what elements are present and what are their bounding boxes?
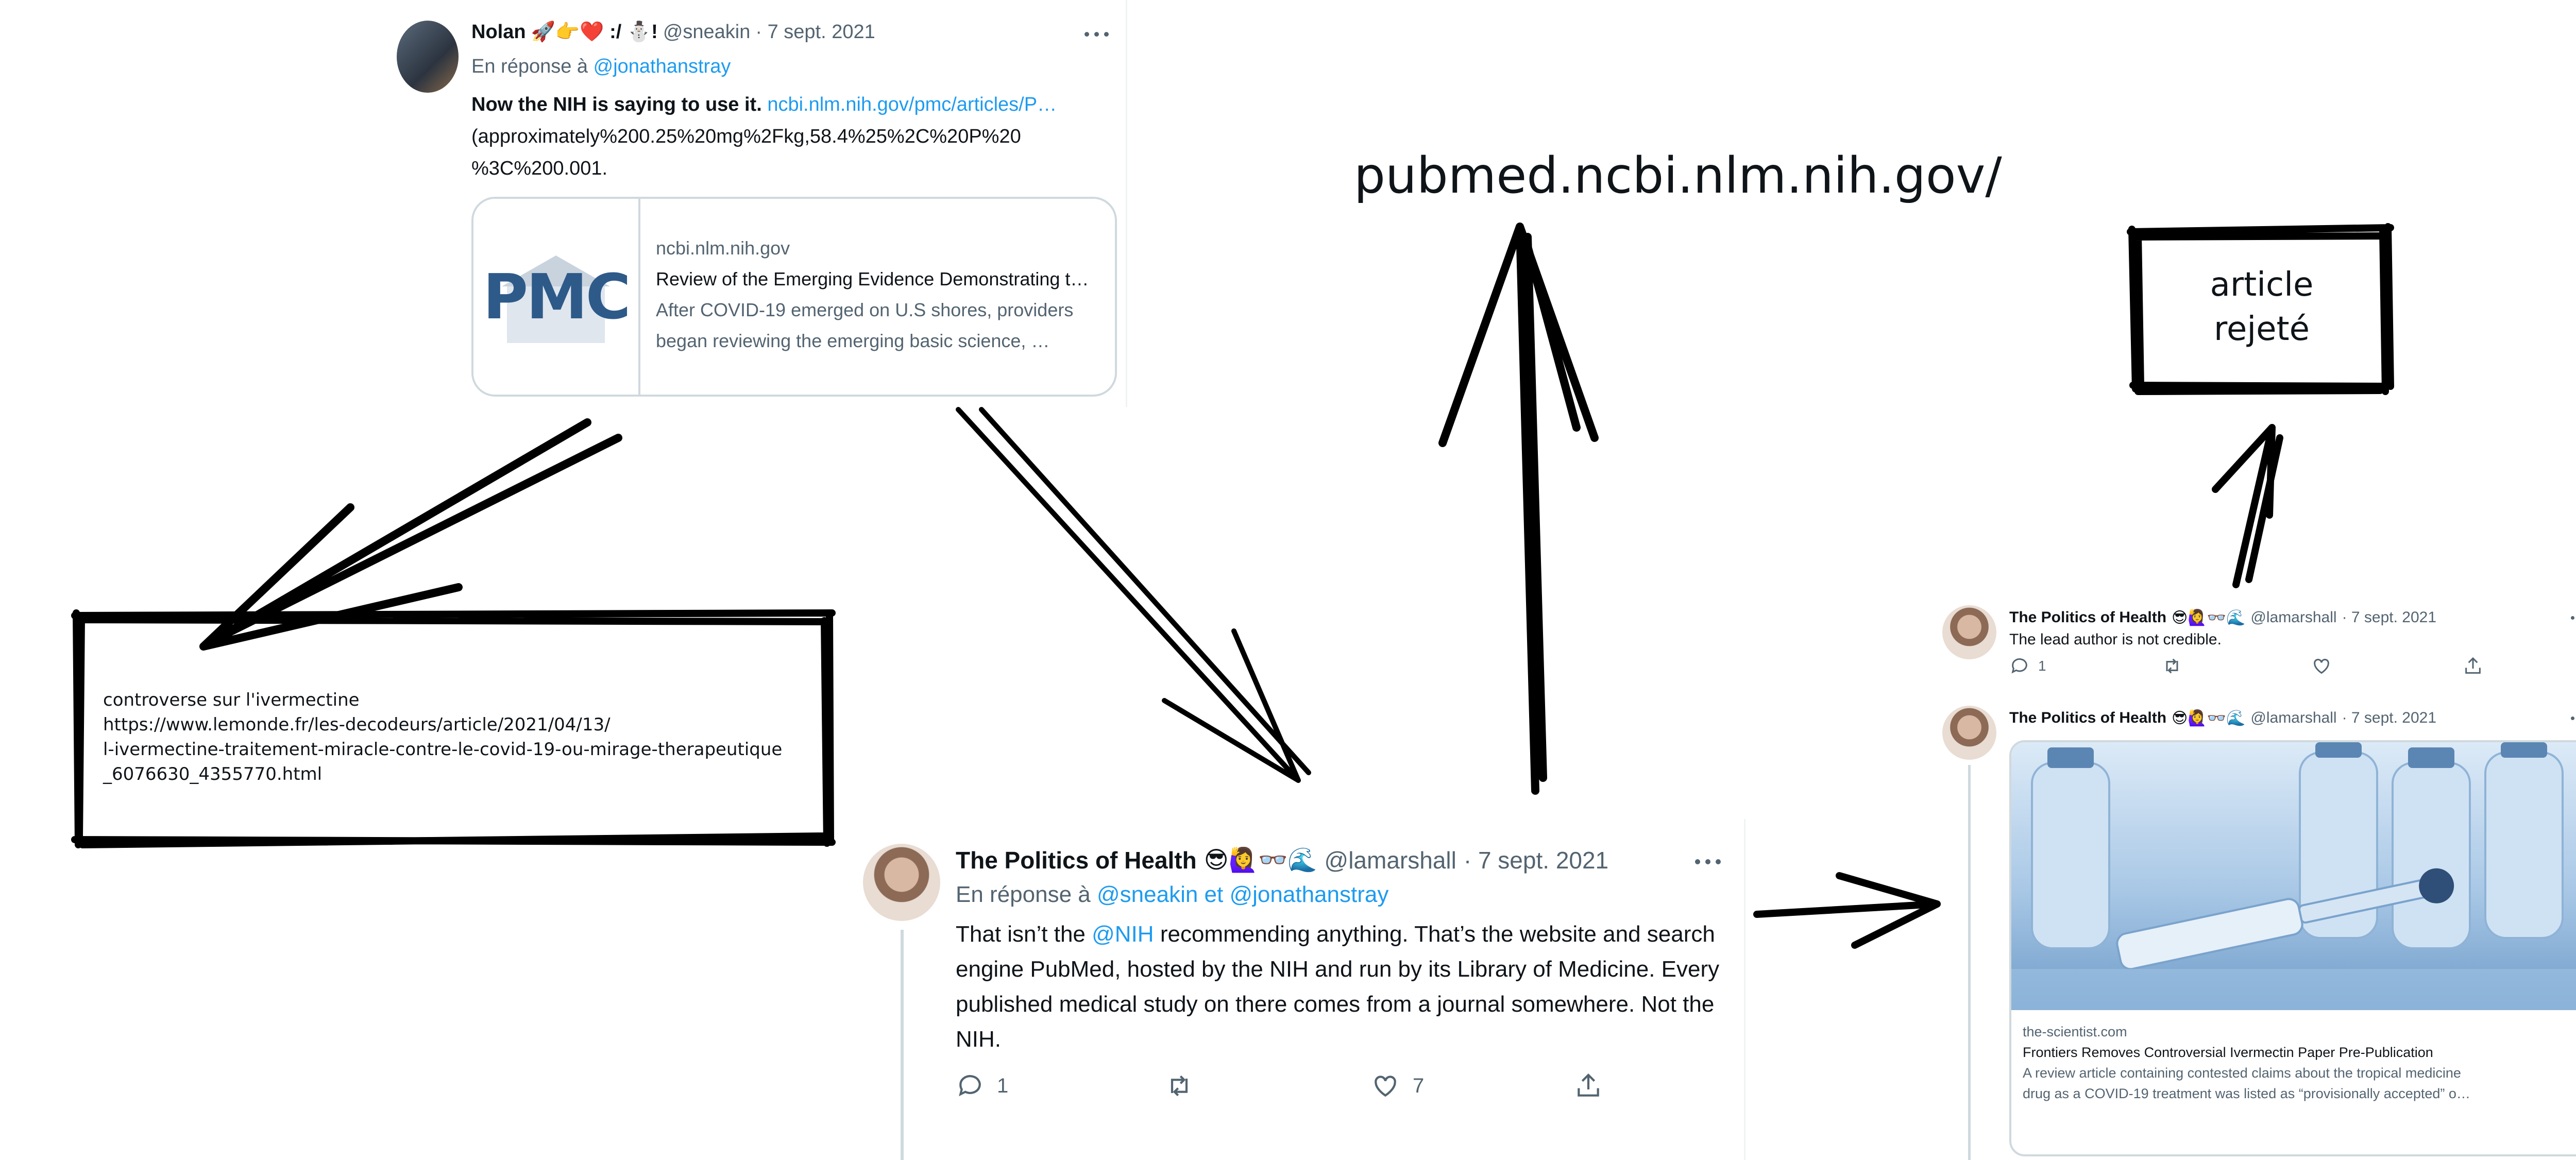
tweet-politics-of-health-article[interactable]: The Politics of Health 😎🙋‍♀️👓🌊 @lamarsha…	[1942, 693, 2576, 1160]
reply-button[interactable]: 1	[2009, 656, 2046, 676]
reply-mention-2[interactable]: @jonathanstray	[1229, 882, 1388, 907]
like-button[interactable]: 7	[1370, 1071, 1424, 1100]
rejected-line-2: rejeté	[2214, 310, 2310, 348]
tweet-text-line2: (approximately%200.25%20mg%2Fkg,58.4%25%…	[471, 126, 1021, 147]
tweet-link[interactable]: ncbi.nlm.nih.gov/pmc/articles/P…	[767, 94, 1057, 115]
pmc-logo: PMC	[473, 199, 640, 395]
tweet-text: The lead author is not credible.	[2009, 631, 2222, 648]
author-name[interactable]: The Politics of Health	[2009, 609, 2166, 627]
author-handle[interactable]: @sneakin	[663, 21, 751, 43]
like-count: 7	[1413, 1074, 1425, 1097]
thread-line	[1968, 765, 1971, 1160]
tweet-text-line3: %3C%200.001.	[471, 158, 608, 179]
author-handle[interactable]: @lamarshall	[2250, 609, 2336, 627]
note-url-1: https://www.lemonde.fr/les-decodeurs/art…	[103, 714, 611, 735]
arrow-to-rejected-box	[2212, 424, 2283, 588]
card-domain: ncbi.nlm.nih.gov	[656, 237, 790, 259]
card-description-2: drug as a COVID-19 treatment was listed …	[2023, 1086, 2470, 1101]
nih-mention[interactable]: @NIH	[1092, 922, 1154, 947]
tweet-nolan[interactable]: Nolan 🚀👉❤️ :/ ⛄! @sneakin · 7 sept. 2021…	[392, 0, 1133, 407]
reply-mention-1[interactable]: @sneakin	[1097, 882, 1198, 907]
link-card[interactable]: PMC ncbi.nlm.nih.gov Review of the Emerg…	[471, 197, 1117, 397]
annotation-note-box: controverse sur l'ivermectine https://ww…	[71, 609, 836, 848]
tweet-text-2: engine PubMed, hosted by the NIH and run…	[956, 957, 1720, 982]
share-button[interactable]	[2463, 656, 2483, 676]
more-icon[interactable]	[2571, 616, 2576, 620]
reply-prefix: En réponse à	[956, 882, 1091, 907]
card-description-2: began reviewing the emerging basic scien…	[656, 330, 1050, 351]
retweet-icon	[1171, 1075, 1188, 1097]
card-description: After COVID-19 emerged on U.S shores, pr…	[656, 299, 1074, 320]
card-description: A review article containing contested cl…	[2023, 1065, 2461, 1081]
reply-button[interactable]: 1	[956, 1071, 1008, 1100]
card-title: Review of the Emerging Evidence Demonstr…	[656, 268, 1089, 289]
tweet-date[interactable]: · 7 sept. 2021	[2342, 609, 2436, 627]
author-handle[interactable]: @lamarshall	[2250, 709, 2336, 727]
card-image	[2011, 742, 2576, 1010]
avatar[interactable]	[1942, 706, 1996, 760]
more-icon[interactable]	[1084, 32, 1109, 37]
like-button[interactable]	[2311, 656, 2332, 676]
author-name[interactable]: The Politics of Health	[2009, 709, 2166, 727]
retweet-button[interactable]	[2161, 656, 2183, 676]
reply-count: 1	[997, 1074, 1009, 1097]
rejected-box: article rejeté	[2127, 221, 2396, 397]
author-handle[interactable]: @lamarshall	[1325, 846, 1456, 874]
author-emoji: 😎🙋‍♀️👓🌊	[2172, 710, 2246, 727]
reply-mention[interactable]: @jonathanstray	[594, 56, 731, 77]
share-icon	[1578, 1073, 1599, 1097]
tweet-politics-of-health-credibility[interactable]: The Politics of Health 😎🙋‍♀️👓🌊 @lamarsha…	[1942, 592, 2576, 690]
author-emoji: 😎🙋‍♀️👓🌊	[2172, 609, 2246, 626]
pubmed-label: pubmed.ncbi.nlm.nih.gov/	[1354, 147, 2002, 204]
card-domain: the-scientist.com	[2023, 1024, 2127, 1039]
tweet-text-bold: Now the NIH is saying to use it.	[471, 94, 762, 115]
thread-divider	[1744, 819, 1745, 1160]
tweet-text-1b: recommending anything. That’s the websit…	[1154, 922, 1715, 947]
heart-icon	[1375, 1076, 1396, 1097]
tweet-date[interactable]: · 7 sept. 2021	[1464, 846, 1608, 874]
reply-separator: et	[1204, 882, 1224, 907]
tweet-text-4: NIH.	[956, 1027, 1001, 1052]
arrow-to-pubmed	[1438, 223, 1599, 795]
author-emoji: 😎🙋‍♀️👓🌊	[1204, 846, 1317, 873]
avatar[interactable]	[1942, 605, 1996, 659]
reply-icon	[959, 1075, 981, 1097]
card-title: Frontiers Removes Controversial Ivermect…	[2023, 1045, 2433, 1060]
note-url-3: _6076630_4355770.html	[103, 764, 323, 784]
reply-icon	[2011, 658, 2027, 674]
more-icon[interactable]	[2571, 717, 2576, 720]
avatar[interactable]	[863, 844, 940, 921]
author-name[interactable]: Nolan	[471, 21, 526, 43]
note-title: controverse sur l'ivermectine	[103, 690, 360, 710]
retweet-button[interactable]	[1164, 1071, 1194, 1100]
thread-divider	[1126, 0, 1127, 407]
reply-prefix: En réponse à	[471, 56, 588, 77]
avatar[interactable]	[397, 21, 459, 93]
tweet-date[interactable]: · 7 sept. 2021	[755, 21, 875, 43]
author-name[interactable]: The Politics of Health	[956, 846, 1197, 874]
tweet-politics-of-health-reply[interactable]: The Politics of Health 😎🙋‍♀️👓🌊 @lamarsha…	[855, 819, 1752, 1160]
arrow-to-thread	[1753, 872, 1941, 949]
tweet-text-3: published medical study on there comes f…	[956, 992, 1715, 1017]
thread-line	[901, 930, 904, 1160]
share-button[interactable]	[1574, 1071, 1603, 1100]
author-emoji: 🚀👉❤️ :/ ⛄!	[531, 21, 658, 43]
rejected-line-1: article	[2210, 266, 2314, 304]
heart-icon	[2314, 659, 2329, 674]
retweet-icon	[2166, 658, 2178, 674]
arrow-to-reply-tweet	[956, 407, 1311, 783]
share-icon	[2465, 657, 2481, 674]
tweet-date[interactable]: · 7 sept. 2021	[2342, 709, 2436, 727]
link-card[interactable]: the-scientist.com Frontiers Removes Cont…	[2009, 740, 2576, 1156]
tweet-text-1a: That isn’t the	[956, 922, 1092, 947]
note-url-2: l-ivermectine-traitement-miracle-contre-…	[103, 739, 783, 760]
reply-count: 1	[2038, 658, 2046, 674]
more-icon[interactable]	[1695, 859, 1721, 864]
